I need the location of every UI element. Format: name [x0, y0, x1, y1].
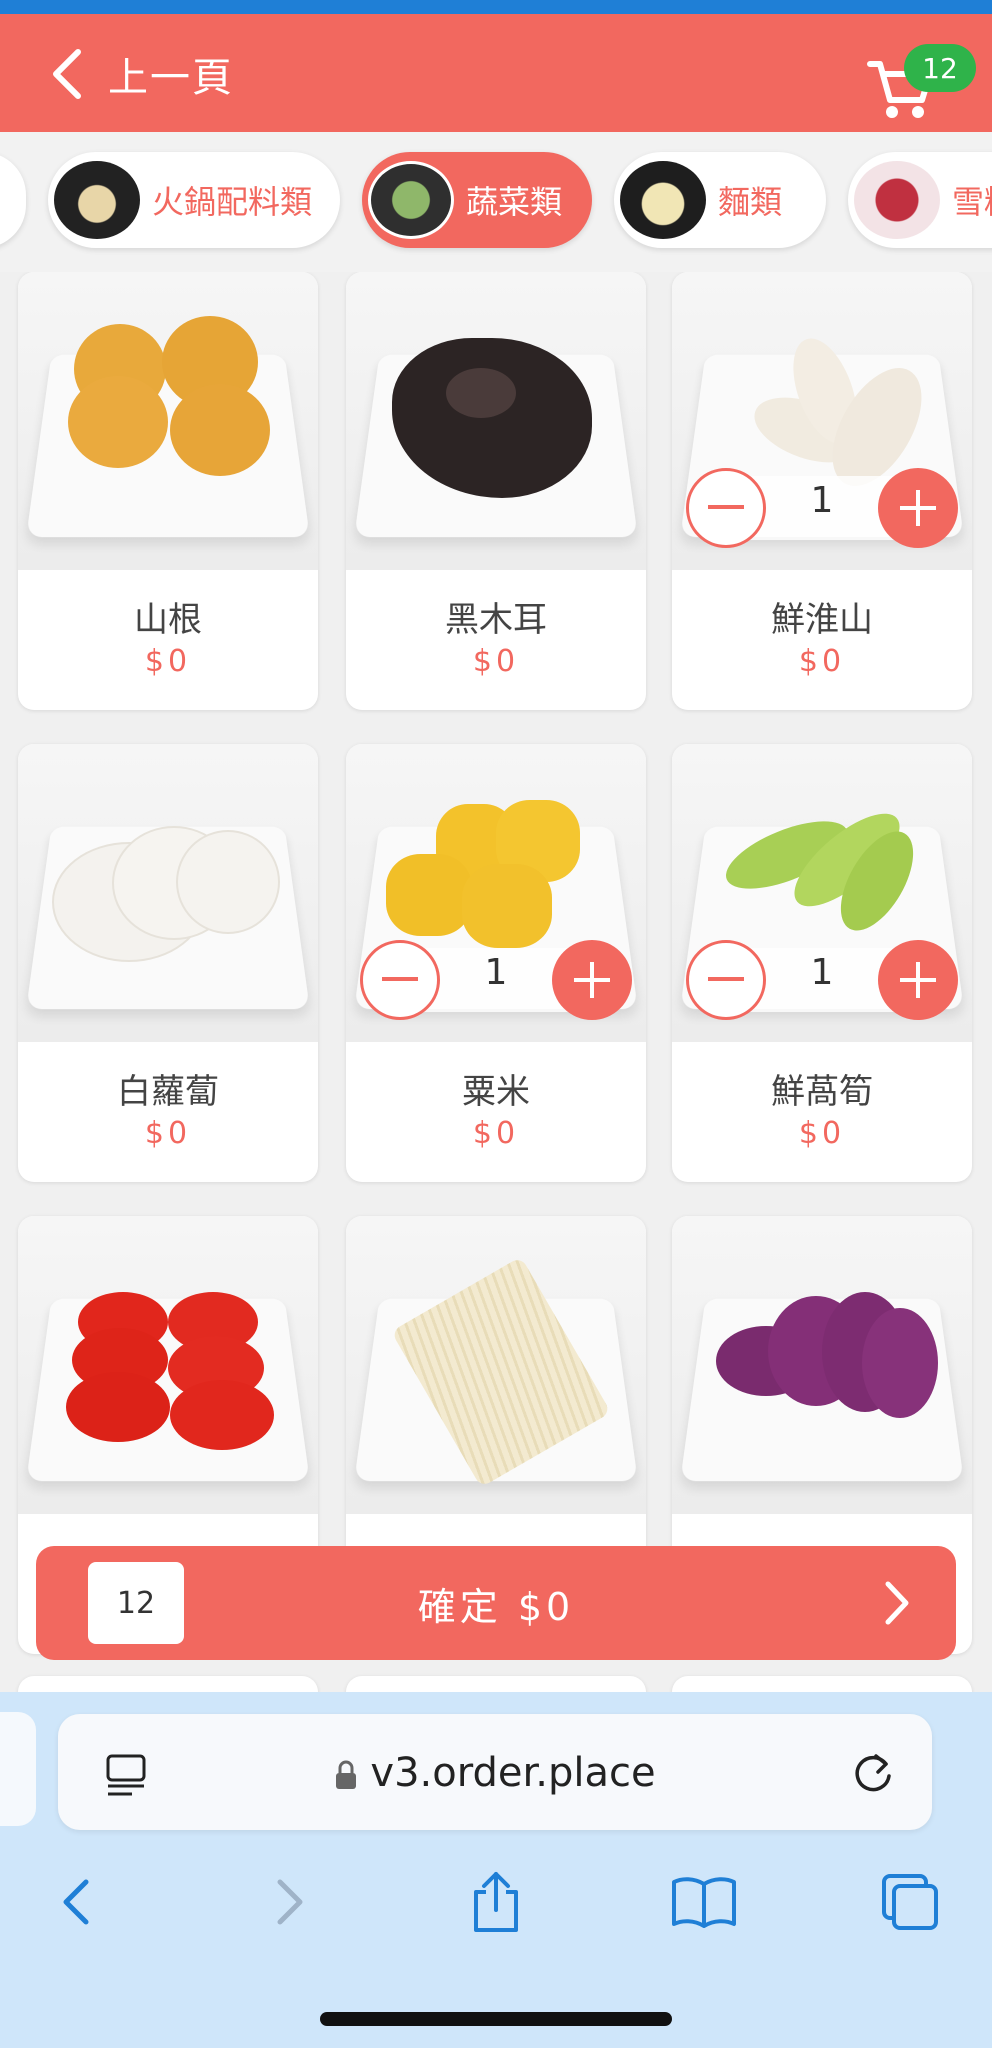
product-price: $0 [472, 644, 520, 679]
decrease-button[interactable] [686, 940, 766, 1020]
product-name: 白蘿蔔 [117, 1072, 219, 1112]
product-name: 粟米 [462, 1072, 530, 1112]
app: 上一頁 12 火鍋配料類 蔬菜類 麵類 雪糕 [0, 0, 992, 2048]
decrease-button[interactable] [686, 468, 766, 548]
browser-back-button[interactable] [36, 1862, 116, 1942]
product-name: 山根 [134, 600, 202, 640]
product-price: $0 [144, 1116, 192, 1151]
product-grid: 山根 $0 黑木耳 $0 1 鮮淮山 $0 白蘿蔔 $0 1 粟米 $0 1 鮮… [0, 272, 992, 1692]
product-card[interactable] [346, 1676, 646, 1692]
category-thumb [54, 161, 140, 239]
minus-icon [708, 977, 744, 981]
chevron-right-icon [885, 1581, 909, 1625]
category-pill-hidden[interactable] [0, 152, 26, 248]
category-label: 火鍋配料類 [152, 183, 313, 221]
category-thumb [854, 161, 940, 239]
forward-arrow-icon [277, 1879, 303, 1925]
cart-count-badge: 12 [904, 44, 976, 92]
plus-icon [900, 962, 936, 998]
bookmarks-icon [672, 1877, 736, 1928]
product-price: $0 [144, 644, 192, 679]
quantity-stepper: 1 [686, 468, 958, 548]
lock-icon [336, 1760, 357, 1789]
product-name: 黑木耳 [445, 600, 547, 640]
back-arrow-icon [63, 1879, 89, 1925]
category-label: 雪糕 [952, 183, 992, 221]
home-indicator [320, 2012, 672, 2026]
category-bar: 火鍋配料類 蔬菜類 麵類 雪糕 [0, 132, 992, 272]
category-label: 蔬菜類 [466, 183, 563, 221]
minus-icon [382, 977, 418, 981]
product-image [18, 744, 318, 1042]
reload-icon[interactable] [850, 1750, 896, 1796]
previous-tab-edge[interactable] [0, 1712, 36, 1826]
product-image [346, 1216, 646, 1514]
browser-toolbar: v3.order.place [0, 1692, 992, 2048]
increase-button[interactable] [878, 940, 958, 1020]
category-pill-ice-cream[interactable]: 雪糕 [848, 152, 992, 248]
category-thumb [620, 161, 706, 239]
share-icon [474, 1872, 518, 1932]
quantity-stepper: 1 [360, 940, 632, 1020]
category-label: 麵類 [718, 183, 783, 221]
tabs-button[interactable] [870, 1862, 950, 1942]
product-card[interactable]: 1 鮮萵筍 $0 [672, 744, 972, 1182]
quantity-value: 1 [810, 952, 834, 993]
product-image [18, 272, 318, 570]
product-name: 鮮萵筍 [771, 1072, 873, 1112]
confirm-button[interactable]: 12 確定 $0 [36, 1546, 956, 1660]
product-price: $0 [798, 1116, 846, 1151]
product-card[interactable]: 1 粟米 $0 [346, 744, 646, 1182]
chevron-left-icon [53, 49, 81, 99]
category-thumb [368, 161, 454, 239]
product-card[interactable]: 1 鮮淮山 $0 [672, 272, 972, 710]
url-display: v3.order.place [58, 1750, 932, 1796]
quantity-value: 1 [810, 480, 834, 521]
product-card[interactable]: 黑木耳 $0 [346, 272, 646, 710]
url-text: v3.order.place [370, 1750, 656, 1796]
category-pill-noodles[interactable]: 麵類 [614, 152, 826, 248]
header: 上一頁 12 [0, 14, 992, 132]
bookmarks-button[interactable] [664, 1862, 744, 1942]
cart-button[interactable]: 12 [866, 44, 976, 128]
increase-button[interactable] [878, 468, 958, 548]
product-card[interactable] [18, 1676, 318, 1692]
product-card[interactable] [672, 1676, 972, 1692]
quantity-value: 1 [484, 952, 508, 993]
back-label: 上一頁 [108, 55, 234, 101]
product-card[interactable]: 山根 $0 [18, 272, 318, 710]
browser-nav-row [0, 1862, 992, 1942]
product-name: 鮮淮山 [771, 600, 873, 640]
increase-button[interactable] [552, 940, 632, 1020]
product-price: $0 [798, 644, 846, 679]
product-image [672, 1216, 972, 1514]
address-bar[interactable]: v3.order.place [58, 1714, 932, 1830]
quantity-stepper: 1 [686, 940, 958, 1020]
decrease-button[interactable] [360, 940, 440, 1020]
tabs-icon [882, 1874, 938, 1930]
product-image [346, 272, 646, 570]
plus-icon [574, 962, 610, 998]
product-price: $0 [472, 1116, 520, 1151]
category-pill-hotpot-ingredients[interactable]: 火鍋配料類 [48, 152, 340, 248]
status-strip [0, 0, 992, 14]
browser-forward-button[interactable] [250, 1862, 330, 1942]
plus-icon [900, 490, 936, 526]
confirm-label: 確定 $0 [417, 1585, 575, 1629]
product-card[interactable]: 白蘿蔔 $0 [18, 744, 318, 1182]
minus-icon [708, 505, 744, 509]
back-button[interactable]: 上一頁 [48, 44, 234, 104]
category-pill-vegetables[interactable]: 蔬菜類 [362, 152, 592, 248]
share-button[interactable] [456, 1862, 536, 1942]
product-image [18, 1216, 318, 1514]
